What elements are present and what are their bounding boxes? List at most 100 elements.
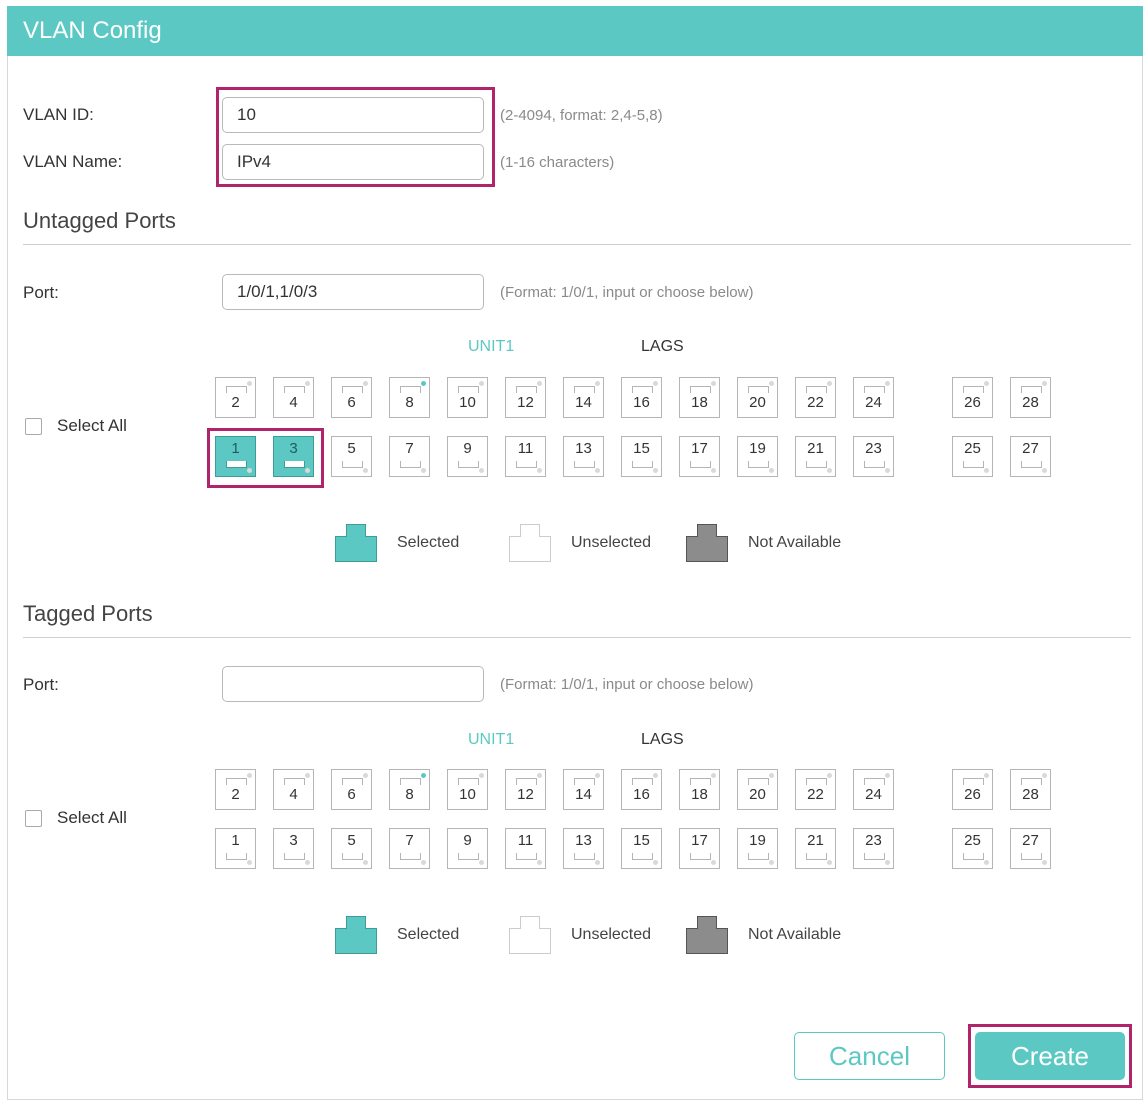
port-jack-icon: [748, 853, 769, 860]
port-led-icon: [479, 860, 484, 865]
port-jack-icon: [806, 386, 827, 393]
port-number: 6: [347, 394, 356, 411]
tagged-port-8[interactable]: 8: [389, 769, 430, 810]
untagged-port-28[interactable]: 28: [1010, 377, 1051, 418]
tagged-port-22[interactable]: 22: [795, 769, 836, 810]
untagged-port-15[interactable]: 15: [621, 436, 662, 477]
untagged-port-5[interactable]: 5: [331, 436, 372, 477]
port-led-icon: [711, 773, 716, 778]
port-number: 7: [405, 832, 414, 849]
untagged-port-20[interactable]: 20: [737, 377, 778, 418]
port-number: 14: [575, 394, 592, 411]
tagged-port-18[interactable]: 18: [679, 769, 720, 810]
tagged-port-21[interactable]: 21: [795, 828, 836, 869]
untagged-port-8[interactable]: 8: [389, 377, 430, 418]
untagged-select-all-checkbox[interactable]: [25, 418, 42, 435]
tagged-port-input[interactable]: [222, 666, 484, 702]
untagged-port-24[interactable]: 24: [853, 377, 894, 418]
untagged-port-19[interactable]: 19: [737, 436, 778, 477]
port-number: 25: [964, 832, 981, 849]
tagged-port-24[interactable]: 24: [853, 769, 894, 810]
port-led-icon: [827, 860, 832, 865]
port-led-icon: [421, 468, 426, 473]
port-jack-icon: [342, 386, 363, 393]
untagged-port-11[interactable]: 11: [505, 436, 546, 477]
port-number: 18: [691, 786, 708, 803]
untagged-port-18[interactable]: 18: [679, 377, 720, 418]
untagged-port-7[interactable]: 7: [389, 436, 430, 477]
tagged-port-28[interactable]: 28: [1010, 769, 1051, 810]
port-jack-icon: [963, 386, 984, 393]
tagged-port-3[interactable]: 3: [273, 828, 314, 869]
untagged-port-27[interactable]: 27: [1010, 436, 1051, 477]
port-number: 17: [691, 832, 708, 849]
port-number: 20: [749, 786, 766, 803]
untagged-port-22[interactable]: 22: [795, 377, 836, 418]
untagged-port-10[interactable]: 10: [447, 377, 488, 418]
untagged-unit-label: UNIT1: [468, 338, 515, 355]
untagged-port-4[interactable]: 4: [273, 377, 314, 418]
port-jack-icon: [226, 778, 247, 785]
port-number: 3: [289, 832, 298, 849]
port-number: 28: [1022, 394, 1039, 411]
tagged-port-16[interactable]: 16: [621, 769, 662, 810]
untagged-port-25[interactable]: 25: [952, 436, 993, 477]
untagged-port-26[interactable]: 26: [952, 377, 993, 418]
port-jack-icon: [690, 386, 711, 393]
port-jack-icon: [632, 461, 653, 468]
port-led-icon: [1042, 468, 1047, 473]
tagged-port-13[interactable]: 13: [563, 828, 604, 869]
port-number: 17: [691, 440, 708, 457]
port-led-icon: [247, 381, 252, 386]
port-led-icon: [653, 381, 658, 386]
port-number: 25: [964, 440, 981, 457]
tagged-port-15[interactable]: 15: [621, 828, 662, 869]
untagged-port-14[interactable]: 14: [563, 377, 604, 418]
tagged-port-6[interactable]: 6: [331, 769, 372, 810]
untagged-port-16[interactable]: 16: [621, 377, 662, 418]
port-led-icon: [595, 773, 600, 778]
cancel-button[interactable]: Cancel: [794, 1032, 945, 1080]
untagged-port-12[interactable]: 12: [505, 377, 546, 418]
tagged-port-1[interactable]: 1: [215, 828, 256, 869]
untagged-port-13[interactable]: 13: [563, 436, 604, 477]
untagged-port-23[interactable]: 23: [853, 436, 894, 477]
port-jack-icon: [632, 778, 653, 785]
tagged-port-23[interactable]: 23: [853, 828, 894, 869]
port-jack-icon: [516, 461, 537, 468]
vlan-name-label: VLAN Name:: [23, 152, 123, 171]
tagged-port-2[interactable]: 2: [215, 769, 256, 810]
untagged-port-21[interactable]: 21: [795, 436, 836, 477]
port-jack-icon: [284, 853, 305, 860]
tagged-port-12[interactable]: 12: [505, 769, 546, 810]
untagged-port-input[interactable]: 1/0/1,1/0/3: [222, 274, 484, 310]
tagged-port-27[interactable]: 27: [1010, 828, 1051, 869]
tagged-select-all-checkbox[interactable]: [25, 810, 42, 827]
tagged-port-14[interactable]: 14: [563, 769, 604, 810]
untagged-port-9[interactable]: 9: [447, 436, 488, 477]
untagged-port-2[interactable]: 2: [215, 377, 256, 418]
tagged-port-10[interactable]: 10: [447, 769, 488, 810]
tagged-port-5[interactable]: 5: [331, 828, 372, 869]
port-number: 9: [463, 440, 472, 457]
tagged-port-9[interactable]: 9: [447, 828, 488, 869]
port-number: 22: [807, 786, 824, 803]
untagged-port-17[interactable]: 17: [679, 436, 720, 477]
legend-selected-icon: [335, 524, 377, 562]
tagged-port-20[interactable]: 20: [737, 769, 778, 810]
legend-unselected-label: Unselected: [571, 534, 652, 551]
port-number: 24: [865, 786, 882, 803]
port-number: 22: [807, 394, 824, 411]
tagged-port-11[interactable]: 11: [505, 828, 546, 869]
untagged-port-6[interactable]: 6: [331, 377, 372, 418]
port-led-icon: [769, 381, 774, 386]
tagged-lags-label: LAGS: [641, 731, 684, 748]
tagged-port-19[interactable]: 19: [737, 828, 778, 869]
tagged-port-25[interactable]: 25: [952, 828, 993, 869]
tagged-port-4[interactable]: 4: [273, 769, 314, 810]
tagged-port-26[interactable]: 26: [952, 769, 993, 810]
port-jack-icon: [864, 778, 885, 785]
tagged-port-7[interactable]: 7: [389, 828, 430, 869]
port-jack-icon: [516, 386, 537, 393]
tagged-port-17[interactable]: 17: [679, 828, 720, 869]
